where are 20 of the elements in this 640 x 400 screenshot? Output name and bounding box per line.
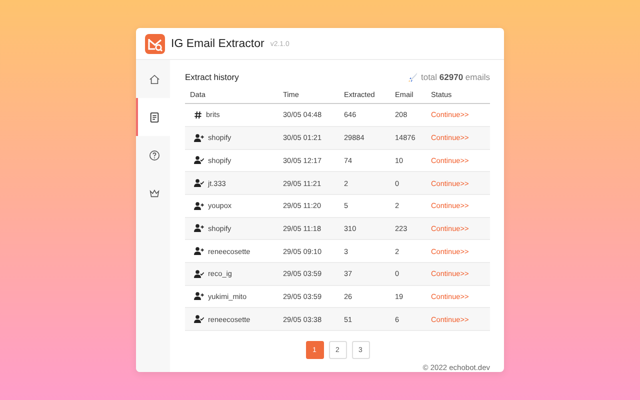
- help-icon: [148, 150, 160, 161]
- user-plus-icon: [194, 202, 204, 210]
- home-icon: [148, 74, 160, 85]
- user-plus-icon: [194, 247, 204, 256]
- document-icon: [148, 112, 160, 123]
- user-plus-icon: [194, 224, 204, 232]
- hashtag-icon: [194, 110, 202, 119]
- envelope-search-icon: [145, 34, 165, 54]
- user-plus-icon: [194, 292, 204, 300]
- sidebar-item[interactable]: [136, 98, 170, 136]
- app-title: IG Email Extractor: [171, 38, 264, 50]
- crown-icon: [148, 188, 160, 199]
- user-check-icon: [194, 270, 204, 278]
- user-check-icon: [194, 156, 204, 164]
- section-title: Extract history: [185, 72, 239, 82]
- user-check-icon: [194, 179, 204, 188]
- user-check-icon: [194, 315, 204, 324]
- user-plus-icon: [194, 134, 204, 142]
- total-emails-text: total 62970 emails: [420, 72, 490, 82]
- rocket-icon: [408, 72, 418, 82]
